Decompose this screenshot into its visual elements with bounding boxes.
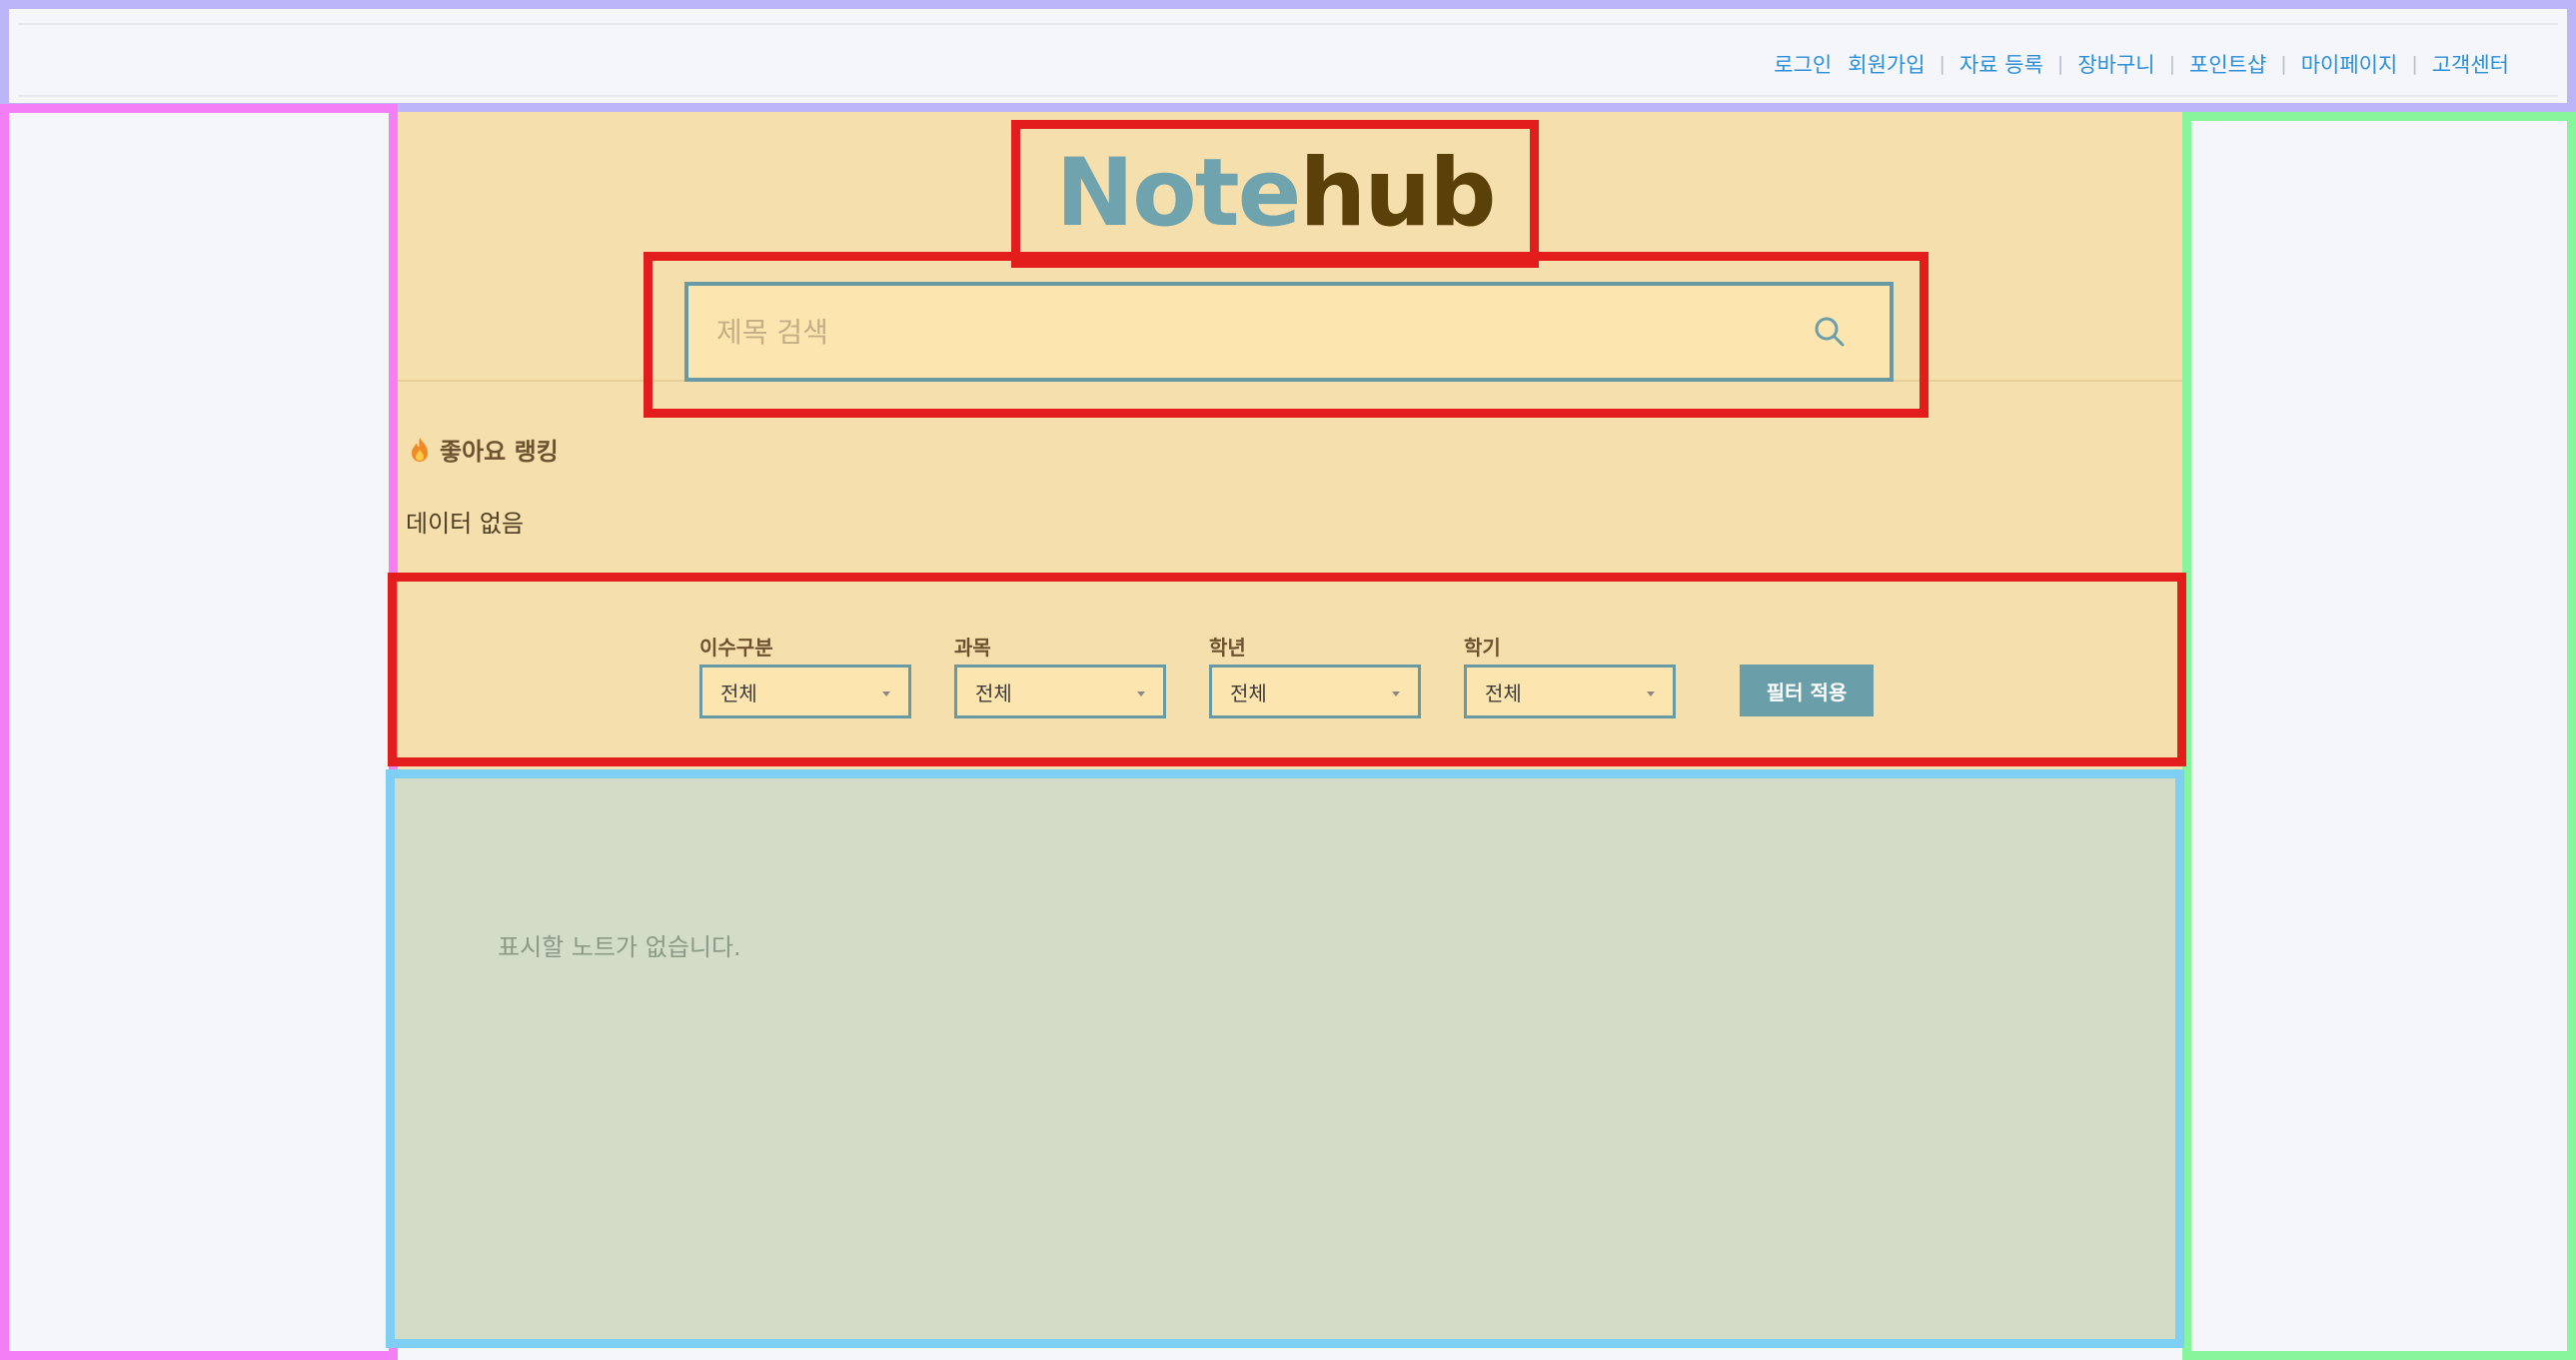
- chevron-down-icon: [1647, 691, 1655, 696]
- bottom-strip: [398, 1348, 2182, 1360]
- login-link[interactable]: 로그인: [1774, 49, 1832, 79]
- ranking-empty-message: 데이터 없음: [406, 510, 525, 538]
- filter-label: 학기: [1464, 636, 1501, 660]
- top-bar-divider: [18, 23, 2558, 25]
- top-nav-links: 로그인 회원가입 | 자료 등록 | 장바구니 | 포인트샵 | 마이페이지 |…: [1774, 49, 2509, 79]
- upload-link[interactable]: 자료 등록: [1959, 49, 2043, 79]
- filter-subject: 과목 전체: [954, 632, 1166, 718]
- search-bar: [684, 282, 1894, 382]
- search-icon[interactable]: [1812, 314, 1848, 350]
- select-value: 전체: [720, 681, 757, 705]
- filter-label: 이수구분: [699, 636, 773, 660]
- select-value: 전체: [975, 681, 1012, 705]
- cart-link[interactable]: 장바구니: [2077, 49, 2154, 79]
- nav-separator: |: [2280, 53, 2287, 75]
- logo-container[interactable]: Notehub: [1011, 120, 1539, 268]
- fire-icon: [412, 437, 428, 462]
- nav-separator: |: [2168, 53, 2176, 75]
- top-bar-divider-bottom: [18, 95, 2558, 97]
- filter-label: 학년: [1209, 636, 1246, 660]
- right-sidebar: [2182, 112, 2576, 1360]
- left-sidebar: [0, 104, 398, 1360]
- filter-category: 이수구분 전체: [699, 632, 911, 718]
- notehub-logo[interactable]: Notehub: [1055, 147, 1496, 241]
- chevron-down-icon: [1392, 691, 1400, 696]
- top-bar: 로그인 회원가입 | 자료 등록 | 장바구니 | 포인트샵 | 마이페이지 |…: [0, 0, 2576, 112]
- support-link[interactable]: 고객센터: [2432, 49, 2509, 79]
- filter-semester: 학기 전체: [1464, 632, 1676, 718]
- signup-link[interactable]: 회원가입: [1848, 49, 1925, 79]
- select-value: 전체: [1485, 681, 1522, 705]
- select-value: 전체: [1230, 681, 1267, 705]
- notes-empty-message: 표시할 노트가 없습니다.: [498, 933, 741, 961]
- logo-note: Note: [1055, 139, 1301, 248]
- filter-label: 과목: [954, 636, 991, 660]
- notes-list: 표시할 노트가 없습니다.: [386, 769, 2184, 1348]
- filter-grade-select[interactable]: 전체: [1209, 665, 1421, 718]
- ranking-title: 좋아요 랭킹: [410, 432, 559, 467]
- filter-semester-select[interactable]: 전체: [1464, 665, 1676, 718]
- chevron-down-icon: [882, 691, 890, 696]
- filter-grade: 학년 전체: [1209, 632, 1421, 718]
- point-shop-link[interactable]: 포인트샵: [2189, 49, 2266, 79]
- chevron-down-icon: [1137, 691, 1145, 696]
- search-input[interactable]: [716, 308, 1776, 356]
- ranking-title-text: 좋아요 랭킹: [440, 438, 559, 466]
- apply-filter-button[interactable]: 필터 적용: [1740, 665, 1874, 716]
- nav-separator: |: [2411, 53, 2418, 75]
- nav-separator: |: [2056, 53, 2064, 75]
- mypage-link[interactable]: 마이페이지: [2301, 49, 2398, 79]
- logo-hub: hub: [1299, 139, 1496, 248]
- filter-category-select[interactable]: 전체: [699, 665, 911, 718]
- nav-separator: |: [1938, 53, 1945, 75]
- filter-subject-select[interactable]: 전체: [954, 665, 1166, 718]
